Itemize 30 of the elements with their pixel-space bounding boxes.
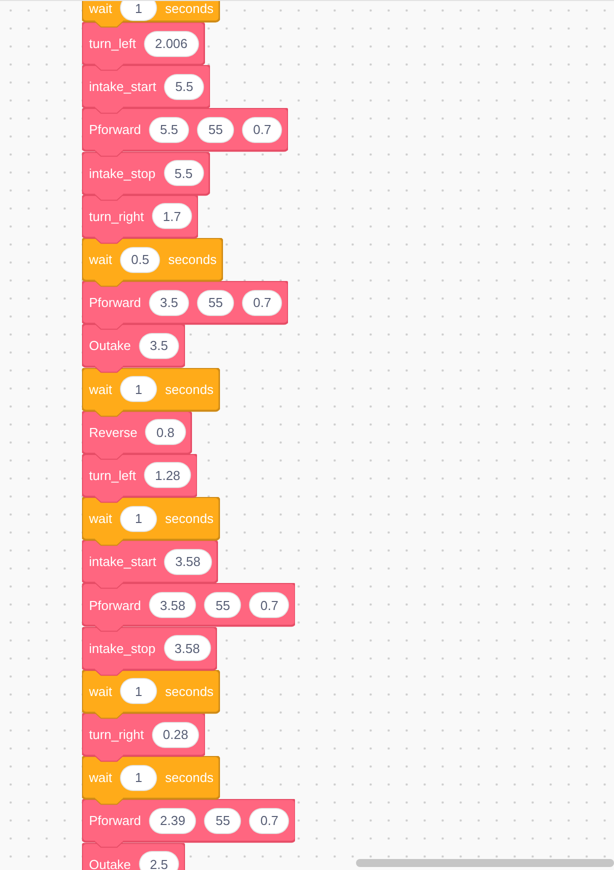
block-label: Pforward [89,296,142,310]
block-label: wait [89,512,112,526]
block-label: wait [89,684,112,698]
block-label: turn_right [89,728,144,742]
number-input[interactable]: 1 [120,1,158,21]
block-label: turn_left [89,37,136,50]
block-label: Outake [89,339,131,352]
block-label: Pforward [89,598,142,612]
unit-label: seconds [165,2,214,14]
block-label: intake_stop [89,642,156,655]
block-label: turn_left [89,468,136,482]
block-label: wait [89,253,112,266]
horizontal-scrollbar[interactable] [356,859,614,867]
unit-label: seconds [165,512,214,526]
block-label: turn_right [89,210,144,223]
block-label: wait [89,771,112,784]
unit-label: seconds [165,771,214,784]
number-input[interactable]: 3.58 [149,592,196,618]
block-label: wait [89,382,112,396]
block-label: Reverse [89,426,138,439]
block-label: Outake [89,858,131,870]
block-label: intake_stop [89,166,156,180]
block-label: wait [89,2,112,14]
unit-label: seconds [165,382,214,396]
block-label: Pforward [89,814,142,828]
block-label: intake_start [89,555,156,568]
unit-label: seconds [165,684,214,698]
block-label: intake_start [89,80,156,94]
block-label: Pforward [89,123,142,136]
unit-label: seconds [168,253,217,266]
